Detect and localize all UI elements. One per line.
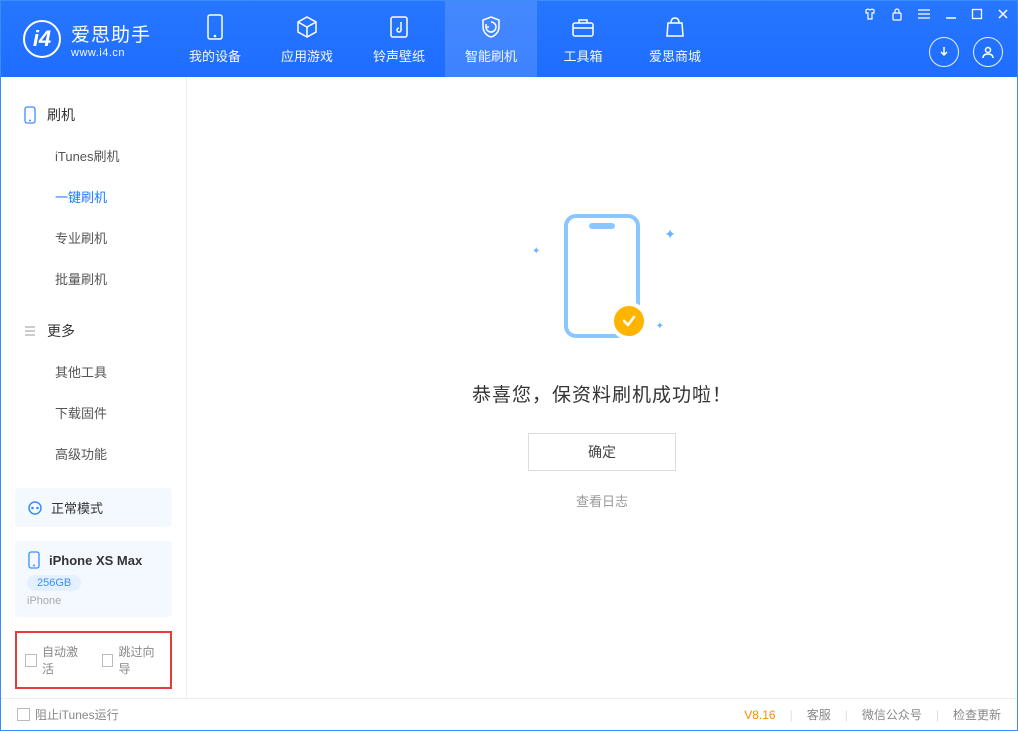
checkbox-label: 阻止iTunes运行 [35, 706, 119, 723]
bag-icon [663, 14, 687, 40]
checkbox-icon [17, 708, 30, 721]
app-name: 爱思助手 [71, 20, 151, 47]
minimize-button[interactable] [945, 8, 957, 20]
app-url: www.i4.cn [71, 47, 151, 59]
sidebar-item-other[interactable]: 其他工具 [1, 351, 186, 392]
sidebar: 刷机 iTunes刷机 一键刷机 专业刷机 批量刷机 更多 其他工具 下载固件 … [1, 77, 187, 698]
device-mode-block: 正常模式 [15, 488, 172, 527]
checkbox-label: 自动激活 [42, 643, 86, 677]
device-icon [205, 14, 225, 40]
device-type: iPhone [27, 595, 160, 607]
shield-icon [479, 14, 503, 40]
nav-flash[interactable]: 智能刷机 [445, 1, 537, 77]
toolbox-icon [570, 14, 596, 40]
body: 刷机 iTunes刷机 一键刷机 专业刷机 批量刷机 更多 其他工具 下载固件 … [1, 77, 1017, 698]
checkbox-auto-activate[interactable]: 自动激活 [25, 643, 86, 677]
device-name-row: iPhone XS Max [27, 551, 160, 569]
footer-left: 阻止iTunes运行 [17, 706, 119, 723]
close-button[interactable] [997, 8, 1009, 20]
version-label: V8.16 [744, 708, 775, 722]
nav-label: 应用游戏 [281, 46, 333, 65]
device-mode-label: 正常模式 [51, 498, 103, 517]
checkbox-icon [102, 654, 114, 667]
support-link[interactable]: 客服 [807, 706, 831, 723]
maximize-button[interactable] [971, 8, 983, 20]
nav-toolbox[interactable]: 工具箱 [537, 1, 629, 77]
device-info-block[interactable]: iPhone XS Max 256GB iPhone [15, 541, 172, 617]
highlight-box: 自动激活 跳过向导 [15, 631, 172, 689]
wechat-link[interactable]: 微信公众号 [862, 706, 922, 723]
sidebar-item-advanced[interactable]: 高级功能 [1, 433, 186, 474]
device-mode: 正常模式 [27, 498, 160, 517]
checkbox-label: 跳过向导 [118, 643, 162, 677]
sidebar-section-flash: 刷机 [1, 97, 186, 135]
section-title: 更多 [47, 321, 75, 341]
sidebar-item-batch[interactable]: 批量刷机 [1, 258, 186, 299]
success-illustration: ✦ ✦ ✦ [522, 206, 682, 346]
nav-label: 我的设备 [189, 46, 241, 65]
main-content: ✦ ✦ ✦ 恭喜您，保资料刷机成功啦！ 确定 查看日志 [187, 77, 1017, 698]
phone-icon [27, 551, 41, 569]
nav-ringtones[interactable]: 铃声壁纸 [353, 1, 445, 77]
checkbox-skip-guide[interactable]: 跳过向导 [102, 643, 163, 677]
section-title: 刷机 [47, 105, 75, 125]
footer: 阻止iTunes运行 V8.16 | 客服 | 微信公众号 | 检查更新 [1, 698, 1017, 730]
nav-apps[interactable]: 应用游戏 [261, 1, 353, 77]
user-button[interactable] [973, 37, 1003, 67]
header-bar: i4 爱思助手 www.i4.cn 我的设备 应用游戏 铃声壁纸 智能刷机 工具… [1, 1, 1017, 77]
sidebar-section-more: 更多 [1, 313, 186, 351]
checkbox-icon [25, 654, 37, 667]
sidebar-item-itunes[interactable]: iTunes刷机 [1, 135, 186, 176]
nav-label: 工具箱 [564, 46, 603, 65]
download-button[interactable] [929, 37, 959, 67]
ok-button[interactable]: 确定 [528, 433, 676, 471]
menu-icon[interactable] [917, 8, 931, 20]
nav-label: 爱思商城 [649, 46, 701, 65]
refresh-icon [27, 500, 43, 516]
device-name: iPhone XS Max [49, 553, 142, 568]
phone-illustration [564, 214, 640, 338]
lock-icon[interactable] [891, 7, 903, 21]
top-nav: 我的设备 应用游戏 铃声壁纸 智能刷机 工具箱 爱思商城 [169, 1, 721, 77]
shirt-icon[interactable] [863, 7, 877, 21]
nav-label: 铃声壁纸 [373, 46, 425, 65]
list-icon [23, 324, 37, 338]
header-side-buttons [929, 37, 1003, 67]
update-link[interactable]: 检查更新 [953, 706, 1001, 723]
nav-label: 智能刷机 [465, 46, 517, 65]
phone-icon [23, 106, 37, 124]
success-message: 恭喜您，保资料刷机成功啦！ [472, 380, 732, 407]
cube-icon [294, 14, 320, 40]
check-badge-icon [610, 302, 648, 340]
checkbox-block-itunes[interactable]: 阻止iTunes运行 [17, 706, 119, 723]
nav-store[interactable]: 爱思商城 [629, 1, 721, 77]
logo-icon: i4 [23, 20, 61, 58]
music-icon [387, 14, 411, 40]
logo-text: 爱思助手 www.i4.cn [71, 20, 151, 59]
window-controls [863, 7, 1009, 21]
device-capacity: 256GB [27, 575, 81, 591]
view-log-link[interactable]: 查看日志 [576, 491, 628, 510]
sidebar-item-oneclick[interactable]: 一键刷机 [1, 176, 186, 217]
logo: i4 爱思助手 www.i4.cn [1, 1, 169, 77]
footer-right: V8.16 | 客服 | 微信公众号 | 检查更新 [744, 706, 1001, 723]
sidebar-item-pro[interactable]: 专业刷机 [1, 217, 186, 258]
nav-my-device[interactable]: 我的设备 [169, 1, 261, 77]
sidebar-item-firmware[interactable]: 下载固件 [1, 392, 186, 433]
